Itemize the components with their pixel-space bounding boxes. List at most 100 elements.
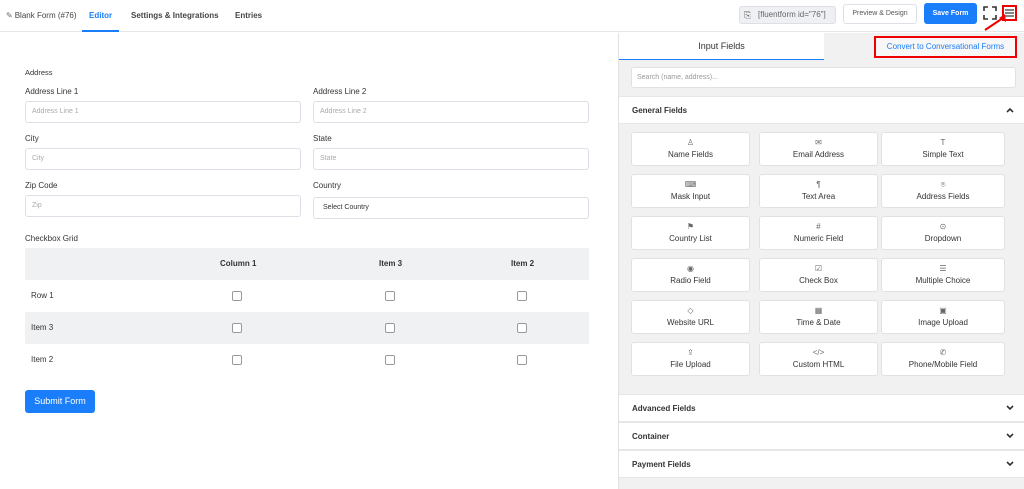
field-button[interactable]: ☰ Multiple Choice [881, 258, 1005, 292]
grid-checkbox[interactable] [385, 291, 395, 301]
field-button[interactable]: ♙ Name Fields [631, 132, 750, 166]
field-button[interactable]: # Numeric Field [759, 216, 878, 250]
hash-icon: # [816, 222, 821, 231]
grid-row: Row 1 [25, 280, 589, 312]
text-icon: T [940, 138, 946, 147]
checkbox-icon: ☑ [814, 264, 823, 273]
checkbox-grid-label: Checkbox Grid [25, 234, 78, 243]
field-search-input[interactable]: Search (name, address)... [631, 67, 1016, 88]
section-title: Payment Fields [632, 460, 691, 469]
field-button[interactable]: T Simple Text [881, 132, 1005, 166]
tab-convert-conversational[interactable]: Convert to Conversational Forms [874, 36, 1017, 58]
field-button[interactable]: ¶ Text Area [759, 174, 878, 208]
field-button-label: Image Upload [918, 318, 968, 327]
field-button[interactable]: ⚑ Country List [631, 216, 750, 250]
field-button[interactable]: </> Custom HTML [759, 342, 878, 376]
annotation-arrow-icon [984, 14, 1006, 31]
tab-editor[interactable]: Editor [82, 0, 120, 32]
paragraph-icon: ¶ [816, 180, 821, 189]
city-input[interactable]: City [25, 148, 301, 170]
chevron-circle-icon: ⊙ [939, 222, 947, 231]
field-button[interactable]: ▦ Time & Date [759, 300, 878, 334]
address-line2-input[interactable]: Address Line 2 [313, 101, 589, 123]
grid-row: Item 2 [25, 344, 589, 376]
field-button-label: Check Box [799, 276, 838, 285]
checkbox-grid: Column 1 Item 3 Item 2 Row 1 Item 3 Item… [25, 248, 589, 376]
section-advanced-fields[interactable]: Advanced Fields [619, 394, 1024, 422]
section-general-fields[interactable]: General Fields [619, 96, 1024, 124]
field-button[interactable]: ☑ Check Box [759, 258, 878, 292]
zip-input[interactable]: Zip [25, 195, 301, 217]
field-button-label: File Upload [670, 360, 711, 369]
chevron-down-icon [1006, 433, 1014, 439]
fields-panel: Input Fields Convert to Conversational F… [618, 33, 1024, 489]
clipboard-icon: ⎘ [744, 10, 752, 20]
field-button[interactable]: ⇪ File Upload [631, 342, 750, 376]
tab-settings-label: Settings & Integrations [131, 11, 219, 20]
grid-checkbox[interactable] [232, 291, 242, 301]
grid-checkbox[interactable] [517, 355, 527, 365]
save-form-button[interactable]: Save Form [924, 3, 977, 24]
country-select[interactable]: Select Country [313, 197, 589, 219]
field-button-label: Text Area [801, 192, 836, 201]
section-container[interactable]: Container [619, 422, 1024, 450]
grid-row-label: Row 1 [31, 291, 54, 300]
tab-blank-form[interactable]: ✎ Blank Form (#76) [6, 0, 77, 32]
field-button[interactable]: ✉ Email Address [759, 132, 878, 166]
shortcode-copy[interactable]: ⎘ [fluentform id="76"] [739, 6, 836, 24]
field-button-label: Radio Field [670, 276, 711, 285]
shortcode-text: [fluentform id="76"] [758, 10, 826, 19]
field-button[interactable]: ▣ Image Upload [881, 300, 1005, 334]
tab-blank-form-label: Blank Form (#76) [14, 11, 77, 20]
panel-tabs: Input Fields Convert to Conversational F… [619, 33, 1024, 60]
tab-input-fields[interactable]: Input Fields [619, 33, 824, 60]
grid-checkbox[interactable] [232, 355, 242, 365]
grid-col-header: Item 3 [379, 259, 403, 268]
field-button[interactable]: ⌨ Mask Input [631, 174, 750, 208]
field-button-label: Phone/Mobile Field [908, 360, 978, 369]
location-icon: ⌾ [940, 180, 946, 189]
grid-checkbox[interactable] [232, 323, 242, 333]
field-button-label: Dropdown [924, 234, 962, 243]
keyboard-icon: ⌨ [684, 180, 697, 189]
radio-icon: ◉ [687, 264, 694, 273]
field-button[interactable]: ◉ Radio Field [631, 258, 750, 292]
field-button[interactable]: ◇ Website URL [631, 300, 750, 334]
section-title: Container [632, 432, 670, 441]
grid-col-header: Item 2 [511, 259, 535, 268]
field-button[interactable]: ⊙ Dropdown [881, 216, 1005, 250]
state-label: State [313, 134, 332, 143]
submit-form-button[interactable]: Submit Form [25, 390, 95, 413]
tab-settings-integrations[interactable]: Settings & Integrations [131, 0, 219, 32]
grid-checkbox[interactable] [385, 323, 395, 333]
state-input[interactable]: State [313, 148, 589, 170]
grid-checkbox[interactable] [517, 291, 527, 301]
address-line1-label: Address Line 1 [25, 87, 79, 96]
field-button[interactable]: ⌾ Address Fields [881, 174, 1005, 208]
phone-icon: ✆ [939, 348, 947, 357]
section-title: General Fields [632, 106, 688, 115]
field-button-label: Email Address [792, 150, 845, 159]
grid-checkbox[interactable] [517, 323, 527, 333]
code-icon: </> [812, 348, 825, 357]
field-button-label: Country List [669, 234, 712, 243]
chevron-down-icon [1006, 461, 1014, 467]
field-button[interactable]: ✆ Phone/Mobile Field [881, 342, 1005, 376]
address-title: Address [25, 68, 53, 77]
grid-col-header: Column 1 [220, 259, 257, 268]
zip-label: Zip Code [25, 181, 58, 190]
grid-checkbox[interactable] [385, 355, 395, 365]
field-button-label: Name Fields [668, 150, 713, 159]
preview-design-button[interactable]: Preview & Design [843, 4, 917, 24]
chevron-down-icon [1006, 405, 1014, 411]
address-line1-input[interactable]: Address Line 1 [25, 101, 301, 123]
address-line2-label: Address Line 2 [313, 87, 367, 96]
field-button-label: Custom HTML [792, 360, 845, 369]
tab-editor-label: Editor [89, 11, 113, 20]
grid-header-row: Column 1 Item 3 Item 2 [25, 248, 589, 280]
link-icon: ◇ [687, 306, 694, 315]
field-button-label: Time & Date [796, 318, 841, 327]
chevron-up-icon [1006, 107, 1014, 113]
section-payment-fields[interactable]: Payment Fields [619, 450, 1024, 478]
tab-entries[interactable]: Entries [235, 0, 262, 32]
